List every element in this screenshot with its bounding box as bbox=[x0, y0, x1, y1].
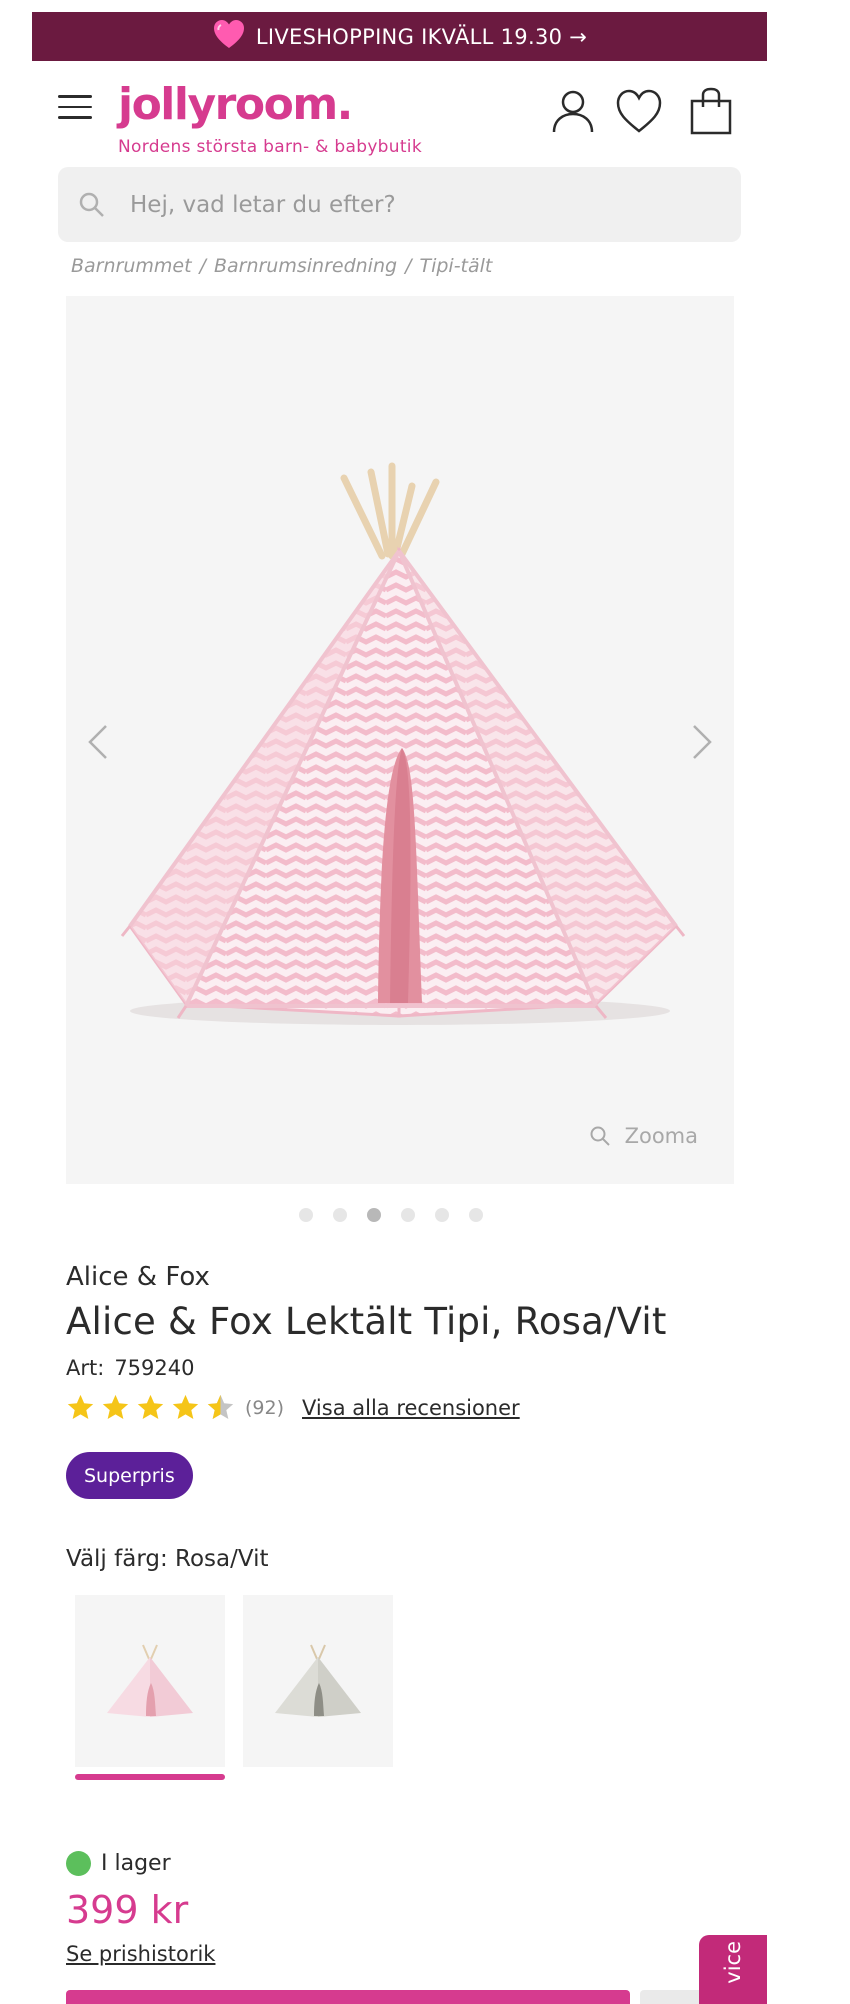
star-full-icon bbox=[102, 1394, 129, 1419]
view-all-reviews-link[interactable]: Visa alla recensioner bbox=[302, 1396, 520, 1420]
heart-icon[interactable] bbox=[615, 87, 663, 135]
superpris-badge: Superpris bbox=[66, 1452, 193, 1499]
customer-service-tab[interactable]: vice bbox=[699, 1935, 767, 2004]
product-image bbox=[120, 462, 686, 1025]
search-input[interactable] bbox=[130, 191, 690, 218]
selected-swatch-indicator bbox=[75, 1774, 225, 1780]
breadcrumb-item-barnrumsinredning[interactable]: Barnrumsinredning bbox=[214, 255, 397, 277]
stock-status: I lager bbox=[66, 1851, 171, 1876]
logo[interactable]: jollyroom. bbox=[118, 79, 353, 130]
site-header: jollyroom. Nordens största barn- & babyb… bbox=[0, 61, 850, 166]
gallery-dot[interactable] bbox=[435, 1208, 449, 1222]
liveshopping-banner[interactable]: LIVESHOPPING IKVÄLL 19.30 → bbox=[32, 12, 767, 61]
star-full-icon bbox=[137, 1394, 164, 1419]
zoom-label: Zooma bbox=[624, 1124, 698, 1148]
gallery-dot-active[interactable] bbox=[367, 1208, 381, 1222]
product-price: 399 kr bbox=[66, 1888, 189, 1932]
star-full-icon bbox=[67, 1394, 94, 1419]
color-swatch-rosa-vit[interactable] bbox=[75, 1595, 225, 1767]
zoom-button[interactable]: Zooma bbox=[589, 1124, 698, 1148]
rating-count: (92) bbox=[245, 1396, 285, 1419]
next-image-arrow-icon[interactable] bbox=[682, 712, 722, 772]
breadcrumb-item-tipi-talt[interactable]: Tipi-tält bbox=[419, 255, 492, 277]
gallery-dot[interactable] bbox=[401, 1208, 415, 1222]
tagline: Nordens största barn- & babybutik bbox=[118, 137, 422, 157]
color-swatch-gra-vit[interactable] bbox=[243, 1595, 393, 1767]
shopping-bag-icon[interactable] bbox=[687, 87, 735, 135]
add-to-cart-button[interactable] bbox=[66, 1990, 630, 2004]
product-rating: (92) Visa alla recensioner bbox=[66, 1393, 520, 1422]
article-value: 759240 bbox=[114, 1356, 195, 1380]
product-brand[interactable]: Alice & Fox bbox=[66, 1262, 210, 1292]
star-full-icon bbox=[172, 1394, 199, 1419]
product-image-gallery[interactable]: Zooma bbox=[66, 296, 734, 1184]
price-history-link[interactable]: Se prishistorik bbox=[66, 1942, 215, 1966]
stock-label: I lager bbox=[101, 1851, 171, 1876]
search-icon bbox=[79, 192, 104, 217]
color-picker-label: Välj färg: Rosa/Vit bbox=[66, 1546, 269, 1572]
service-tab-label: vice bbox=[721, 1941, 745, 1984]
gallery-pagination bbox=[0, 1208, 782, 1222]
heart-emoji-icon bbox=[212, 18, 246, 55]
previous-image-arrow-icon[interactable] bbox=[78, 712, 118, 772]
breadcrumb: Barnrummet / Barnrumsinredning / Tipi-tält bbox=[71, 255, 493, 277]
article-label: Art: bbox=[66, 1356, 105, 1380]
zoom-search-icon bbox=[590, 1126, 610, 1146]
banner-text: LIVESHOPPING IKVÄLL 19.30 → bbox=[255, 24, 588, 49]
breadcrumb-item-barnrummet[interactable]: Barnrummet bbox=[71, 255, 192, 277]
gallery-dot[interactable] bbox=[299, 1208, 313, 1222]
account-icon[interactable] bbox=[549, 87, 597, 135]
search-bar bbox=[58, 167, 741, 242]
star-half-icon bbox=[207, 1394, 234, 1419]
article-number: Art: 759240 bbox=[66, 1356, 194, 1380]
product-title: Alice & Fox Lektält Tipi, Rosa/Vit bbox=[66, 1300, 667, 1343]
gallery-dot[interactable] bbox=[469, 1208, 483, 1222]
in-stock-dot-icon bbox=[66, 1851, 91, 1876]
menu-icon[interactable] bbox=[58, 95, 92, 121]
gallery-dot[interactable] bbox=[333, 1208, 347, 1222]
